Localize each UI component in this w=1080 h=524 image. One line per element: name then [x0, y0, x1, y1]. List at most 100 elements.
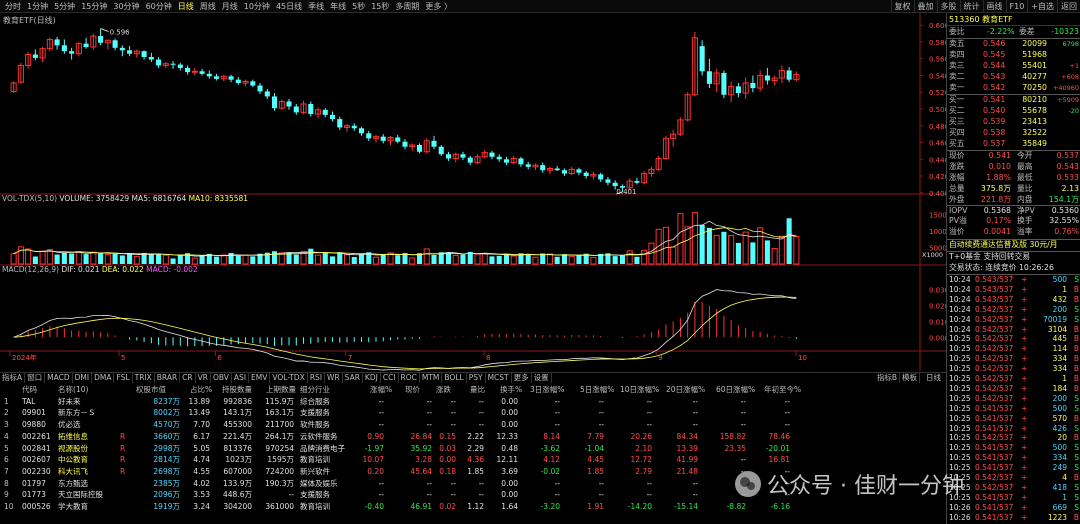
tool-button-2[interactable]: 多股	[936, 0, 960, 13]
table-header-14[interactable]: 5日涨幅%	[580, 384, 614, 396]
table-row[interactable]: 6 002607 中公教育 R 2814万 4.74 1023万 1595万 教育培训 10.07…	[0, 454, 946, 466]
indicator-tab-13[interactable]: VOL-TDX	[270, 373, 308, 383]
table-row[interactable]: 4 002261 拓维信息 R 3660万 6.17 221.4万 264.1万 云软件服务 0.…	[0, 431, 946, 443]
kline-chart[interactable]: 0.600 0.580 0.560 0.540 0.520 0.500 0.480 0.460…	[0, 13, 946, 371]
cell-name: 中公教育	[58, 455, 88, 465]
indicator-tab-23[interactable]: MCST	[486, 373, 512, 383]
volume-bar	[90, 251, 97, 265]
indicator-tab-3[interactable]: DMI	[73, 373, 93, 383]
indicator-tab-24[interactable]: 更多	[512, 373, 532, 383]
indicator-tab-2[interactable]: MACD	[45, 373, 73, 383]
tool-button-3[interactable]: 统计	[959, 0, 983, 13]
indicator-tab-0[interactable]: 指标A	[0, 373, 26, 383]
table-header-6[interactable]: 上期数量	[266, 384, 296, 396]
period-tab-5[interactable]: 60分钟	[143, 0, 175, 13]
volume-bar	[496, 255, 502, 264]
table-header-7[interactable]: 细分行业	[300, 384, 330, 396]
table-header-11[interactable]: 量比	[470, 384, 485, 396]
table-header-0[interactable]: 代码	[22, 384, 37, 396]
table-row[interactable]: 10 000526 学大教育 1919万 3.24 304200 361000 教育培训 -0.…	[0, 501, 946, 513]
period-tab-14[interactable]: 15秒	[368, 0, 392, 13]
period-tab-3[interactable]: 15分钟	[78, 0, 110, 13]
indicator-tab-22[interactable]: PSY	[467, 373, 486, 383]
volume-axis-label: 10000	[929, 228, 946, 236]
candle-body	[735, 86, 741, 94]
table-header-16[interactable]: 20日涨幅%	[666, 384, 705, 396]
volume-bar	[431, 254, 437, 264]
table-header-3[interactable]: 权股市值	[136, 384, 166, 396]
table-row[interactable]: 1 TAL 好未来 8237万 13.89 992836 115.9万 综合服务 -- -- -- -…	[0, 396, 946, 408]
cell-ind: 教育培训	[300, 455, 330, 465]
table-header-18[interactable]: 年初至今%	[764, 384, 801, 396]
table-header-4[interactable]: 占比%	[190, 384, 212, 396]
period-tab-7[interactable]: 周线	[197, 0, 219, 13]
volume-ma10-line	[13, 227, 797, 256]
tool-button-0[interactable]: 复权	[890, 0, 914, 13]
table-header-10[interactable]: 涨跌	[436, 384, 451, 396]
volume-indicator-name: VOL-TDX(5,10)	[2, 194, 58, 203]
indicator-tab-17[interactable]: KDJ	[363, 373, 381, 383]
bid-row: 买五 0.537 35849	[949, 139, 1079, 150]
indicator-tab-25[interactable]: 设置	[532, 373, 552, 383]
indicator-tab-6[interactable]: TRIX	[133, 373, 155, 383]
cell-d5: -1.04	[584, 443, 604, 453]
tool-button-6[interactable]: +自选	[1027, 0, 1057, 13]
table-header-13[interactable]: 3日涨幅%	[530, 384, 564, 396]
indicator-tab-9[interactable]: VR	[196, 373, 211, 383]
table-header-12[interactable]: 换手%	[500, 384, 522, 396]
quote-value: 0.533	[1056, 172, 1079, 182]
volume-bar	[127, 253, 133, 264]
tool-button-7[interactable]: 返回	[1057, 0, 1080, 13]
indicator-tab-1[interactable]: 窗口	[25, 373, 46, 383]
indicator-tab-10[interactable]: OBV	[211, 373, 232, 383]
indicator-tab-8[interactable]: CR	[180, 373, 196, 383]
period-tab-16[interactable]: 更多 〉	[422, 0, 455, 13]
indicator-tab-14[interactable]: RSI	[308, 373, 326, 383]
cell-vr: 2.29	[467, 443, 484, 453]
volume-bar	[662, 226, 669, 265]
indicator-tab-18[interactable]: CCI	[381, 373, 399, 383]
indicator-tab-16[interactable]: SAR	[343, 373, 363, 383]
indicator-tab-5[interactable]: FSL	[114, 373, 133, 383]
period-tab-1[interactable]: 1分钟	[24, 0, 51, 13]
period-tab-4[interactable]: 30分钟	[110, 0, 142, 13]
indicator-tab-12[interactable]: EMV	[249, 373, 271, 383]
tool-button-5[interactable]: F10	[1005, 0, 1028, 13]
indicator-right-0[interactable]: 指标B	[875, 373, 900, 383]
period-tab-10[interactable]: 45日线	[273, 0, 305, 13]
table-row[interactable]: 3 09880 优必选 4570万 7.70 455300 211700 软件服务 -- -- --…	[0, 419, 946, 431]
period-tab-15[interactable]: 多周期	[392, 0, 422, 13]
period-tab-9[interactable]: 10分钟	[241, 0, 273, 13]
indicator-tab-21[interactable]: BOLL	[442, 373, 467, 383]
table-header-5[interactable]: 持股数量	[222, 384, 252, 396]
table-header-15[interactable]: 10日涨幅%	[620, 384, 659, 396]
table-header-9[interactable]: 现价	[405, 384, 420, 396]
period-tab-13[interactable]: 5秒	[349, 0, 368, 13]
period-tab-2[interactable]: 5分钟	[51, 0, 78, 13]
cell-d20: 13.39	[676, 443, 698, 453]
indicator-tab-7[interactable]: BRAR	[155, 373, 181, 383]
period-tab-8[interactable]: 月线	[219, 0, 241, 13]
table-row[interactable]: 5 002841 视源股份 R 2998万 5.05 813376 970254 品牌消费电子 -…	[0, 443, 946, 455]
table-row[interactable]: 2 09901 新东方－Ｓ 8002万 13.49 143.1万 163.1万 支援服务 -- -…	[0, 407, 946, 419]
period-tab-0[interactable]: 分时	[2, 0, 24, 13]
tool-button-4[interactable]: 画线	[982, 0, 1006, 13]
table-header-8[interactable]: 涨幅%	[370, 384, 392, 396]
indicator-tab-11[interactable]: ASI	[232, 373, 250, 383]
indicator-right-1[interactable]: 模板	[900, 373, 920, 383]
indicator-tab-15[interactable]: WR	[325, 373, 343, 383]
cell-chg: --	[378, 396, 384, 406]
macd-indicator-name: MACD(12,26,9)	[2, 265, 59, 274]
period-tab-12[interactable]: 年线	[327, 0, 349, 13]
price-axis-label: 0.420	[929, 173, 946, 181]
indicator-tab-4[interactable]: DMA	[92, 373, 115, 383]
table-header-1[interactable]: 名称(10)	[58, 384, 88, 396]
candle-body	[416, 145, 423, 152]
tool-button-1[interactable]: 叠加	[913, 0, 937, 13]
indicator-tab-19[interactable]: ROC	[399, 373, 420, 383]
period-tab-6[interactable]: 日线	[175, 0, 197, 13]
indicator-tab-20[interactable]: MTM	[420, 373, 443, 383]
macd-dea: DEA: 0.022	[101, 265, 144, 274]
table-header-17[interactable]: 60日涨幅%	[716, 384, 755, 396]
period-tab-11[interactable]: 季线	[305, 0, 327, 13]
